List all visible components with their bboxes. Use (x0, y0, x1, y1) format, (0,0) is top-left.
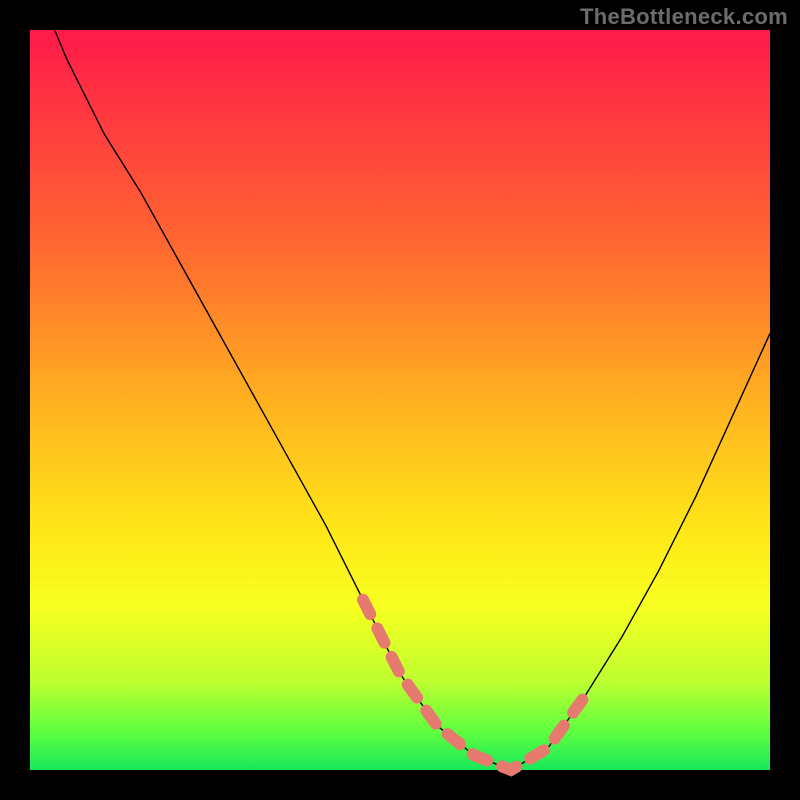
bottleneck-curve (30, 0, 770, 770)
highlight-layer (363, 600, 585, 770)
curve-layer (30, 0, 770, 770)
frame: TheBottleneck.com (0, 0, 800, 800)
highlight-segment (363, 600, 585, 770)
chart-overlay (30, 30, 770, 770)
watermark-text: TheBottleneck.com (580, 4, 788, 30)
